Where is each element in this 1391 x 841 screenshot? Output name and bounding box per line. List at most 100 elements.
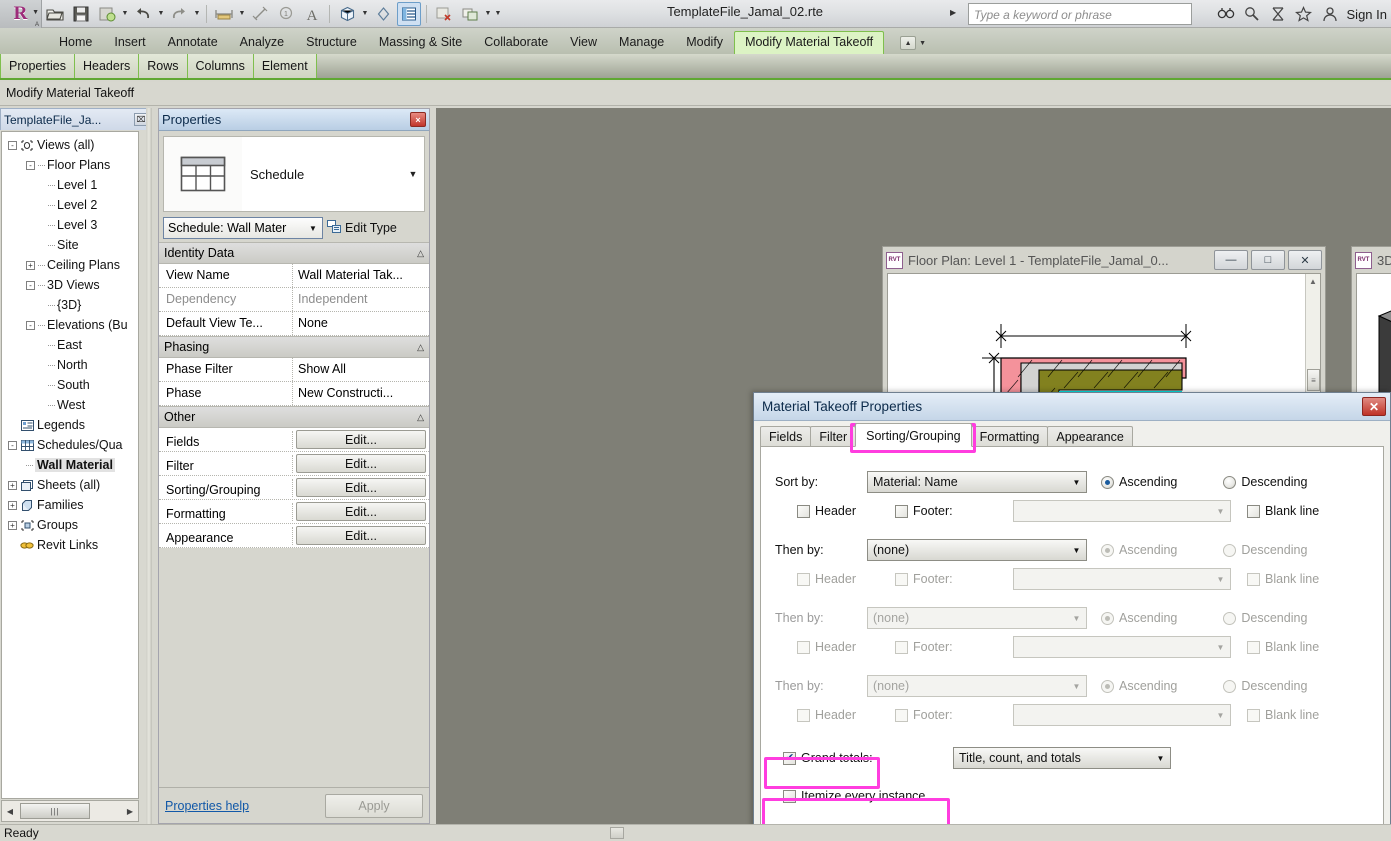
footer-checkbox-1[interactable]: Footer: — [895, 504, 1013, 518]
panel-columns[interactable]: Columns — [187, 54, 254, 78]
chevron-down-icon[interactable]: ▼ — [1067, 676, 1086, 696]
redo-icon[interactable] — [167, 2, 191, 26]
sort-descending-radio-1[interactable]: Descending — [1223, 475, 1307, 489]
aligned-dimension-icon[interactable] — [248, 2, 272, 26]
tree-node-level-1[interactable]: Level 1 — [4, 175, 138, 195]
save-as-cloud-icon[interactable] — [95, 2, 119, 26]
switch-windows-icon[interactable] — [458, 2, 482, 26]
tree-toggle-icon[interactable]: - — [26, 160, 35, 170]
tab-sorting-grouping[interactable]: Sorting/Grouping — [855, 423, 972, 447]
minimize-button[interactable]: — — [1214, 250, 1248, 270]
property-value[interactable]: None — [293, 312, 429, 335]
tree-toggle-icon[interactable]: + — [8, 480, 17, 490]
ribbon-tab-annotate[interactable]: Annotate — [157, 31, 229, 54]
sort-descending-radio-2[interactable]: Descending — [1223, 543, 1307, 557]
tree-node-families[interactable]: + Families — [4, 495, 138, 515]
tree-toggle-icon[interactable]: - — [26, 320, 35, 330]
dialog-titlebar[interactable]: Material Takeoff Properties ✕ — [754, 393, 1390, 421]
ribbon-tab-structure[interactable]: Structure — [295, 31, 368, 54]
tab-filter[interactable]: Filter — [810, 426, 857, 447]
property-group-identity-data[interactable]: Identity Data △ — [159, 242, 429, 264]
ribbon-tab-massing-site[interactable]: Massing & Site — [368, 31, 473, 54]
footer-combobox-2[interactable]: ▼ — [1013, 568, 1231, 590]
tree-node-legends[interactable]: Legends — [4, 415, 138, 435]
three-d-window-titlebar[interactable]: RVT 3D View: {3D} - TemplateFile_... — □… — [1352, 247, 1391, 273]
tree-node-3d[interactable]: {3D} — [4, 295, 138, 315]
tree-node-ceiling-plans[interactable]: + Ceiling Plans — [4, 255, 138, 275]
scroll-left-icon[interactable]: ◀ — [2, 807, 18, 816]
footer-checkbox-2[interactable]: Footer: — [895, 572, 1013, 586]
chevron-up-icon[interactable]: △ — [417, 342, 424, 353]
tree-node-east[interactable]: East — [4, 335, 138, 355]
switch-windows-dropdown-icon[interactable]: ▼ — [483, 2, 493, 26]
footer-combobox-1[interactable]: ▼ — [1013, 500, 1231, 522]
property-row-default-view-template[interactable]: Default View Te... None — [159, 312, 429, 336]
application-menu-button[interactable]: R ▼ A — [0, 0, 42, 28]
tree-node-north[interactable]: North — [4, 355, 138, 375]
property-row-phase-filter[interactable]: Phase Filter Show All — [159, 358, 429, 382]
ribbon-tab-modify-material-takeoff[interactable]: Modify Material Takeoff — [734, 31, 885, 54]
chevron-down-icon[interactable]: ▼ — [1067, 540, 1086, 560]
scrollbar-thumb[interactable]: ≡ — [1307, 369, 1320, 391]
schedule-icon[interactable] — [397, 1, 421, 26]
customize-qat-icon[interactable]: ▼ — [493, 2, 503, 26]
default-3d-view-icon[interactable] — [335, 2, 359, 26]
sort-ascending-radio-2[interactable]: Ascending — [1101, 543, 1177, 557]
properties-help-link[interactable]: Properties help — [165, 799, 317, 813]
header-checkbox-1[interactable]: Header — [797, 504, 895, 518]
property-group-other[interactable]: Other △ — [159, 406, 429, 428]
tree-node-floor-plans[interactable]: - Floor Plans — [4, 155, 138, 175]
tab-fields[interactable]: Fields — [760, 426, 812, 447]
tab-appearance[interactable]: Appearance — [1047, 426, 1133, 447]
blank-line-checkbox-1[interactable]: Blank line — [1247, 504, 1319, 518]
grand-totals-combobox[interactable]: Title, count, and totals ▼ — [953, 747, 1171, 769]
blank-line-checkbox-4[interactable]: Blank line — [1247, 708, 1319, 722]
fields-edit-button[interactable]: Edit... — [296, 430, 426, 449]
sign-in-button[interactable]: Sign In — [1347, 7, 1387, 22]
tree-node-views-all[interactable]: - Views (all) — [4, 135, 138, 155]
user-icon[interactable] — [1318, 2, 1342, 26]
chevron-down-icon[interactable]: ▼ — [304, 218, 322, 238]
property-value[interactable]: Show All — [293, 358, 429, 381]
text-icon[interactable]: A — [300, 2, 324, 26]
measure-dropdown-icon[interactable]: ▼ — [237, 2, 247, 26]
material-takeoff-properties-dialog[interactable]: Material Takeoff Properties ✕ Fields Fil… — [753, 392, 1391, 841]
undo-dropdown-icon[interactable]: ▼ — [156, 2, 166, 26]
tree-node-wall-material[interactable]: Wall Material — [4, 455, 138, 475]
close-hidden-windows-icon[interactable] — [432, 2, 456, 26]
edit-type-button[interactable]: Edit Type — [327, 219, 397, 237]
blank-line-checkbox-2[interactable]: Blank line — [1247, 572, 1319, 586]
sort-ascending-radio-4[interactable]: Ascending — [1101, 679, 1177, 693]
tree-node-level-2[interactable]: Level 2 — [4, 195, 138, 215]
open-folder-icon[interactable] — [43, 2, 67, 26]
section-icon[interactable] — [371, 2, 395, 26]
scroll-right-icon[interactable]: ▶ — [122, 807, 138, 816]
close-button[interactable]: ✕ — [1288, 250, 1322, 270]
panel-splitter[interactable] — [146, 108, 152, 824]
minimize-ribbon-control[interactable]: ▲ ▼ — [900, 36, 926, 54]
itemize-every-instance-checkbox[interactable]: Itemize every instance — [783, 789, 925, 803]
then-by-combobox-2[interactable]: (none) ▼ — [867, 539, 1087, 561]
undo-icon[interactable] — [131, 2, 155, 26]
close-icon[interactable]: ✕ — [1362, 397, 1386, 416]
filter-edit-button[interactable]: Edit... — [296, 454, 426, 473]
scroll-up-icon[interactable]: ▲ — [1306, 274, 1320, 289]
help-icon[interactable] — [1240, 2, 1264, 26]
save-icon[interactable] — [69, 2, 93, 26]
header-checkbox-4[interactable]: Header — [797, 708, 895, 722]
formatting-edit-button[interactable]: Edit... — [296, 502, 426, 521]
ribbon-tab-analyze[interactable]: Analyze — [229, 31, 295, 54]
sort-descending-radio-3[interactable]: Descending — [1223, 611, 1307, 625]
tree-toggle-icon[interactable]: + — [8, 500, 17, 510]
restore-button[interactable]: □ — [1251, 250, 1285, 270]
ribbon-tab-modify[interactable]: Modify — [675, 31, 734, 54]
sort-by-combobox[interactable]: Material: Name ▼ — [867, 471, 1087, 493]
chevron-down-icon[interactable]: ▼ — [1067, 608, 1086, 628]
header-checkbox-2[interactable]: Header — [797, 572, 895, 586]
tree-node-schedules-quantities[interactable]: - Schedules/Qua — [4, 435, 138, 455]
tree-node-elevations[interactable]: - Elevations (Bu — [4, 315, 138, 335]
type-selector-combobox[interactable]: Schedule: Wall Mater ▼ — [163, 217, 323, 239]
chevron-down-icon[interactable]: ▼ — [1211, 569, 1230, 589]
header-checkbox-3[interactable]: Header — [797, 640, 895, 654]
panel-properties[interactable]: Properties — [0, 54, 75, 78]
